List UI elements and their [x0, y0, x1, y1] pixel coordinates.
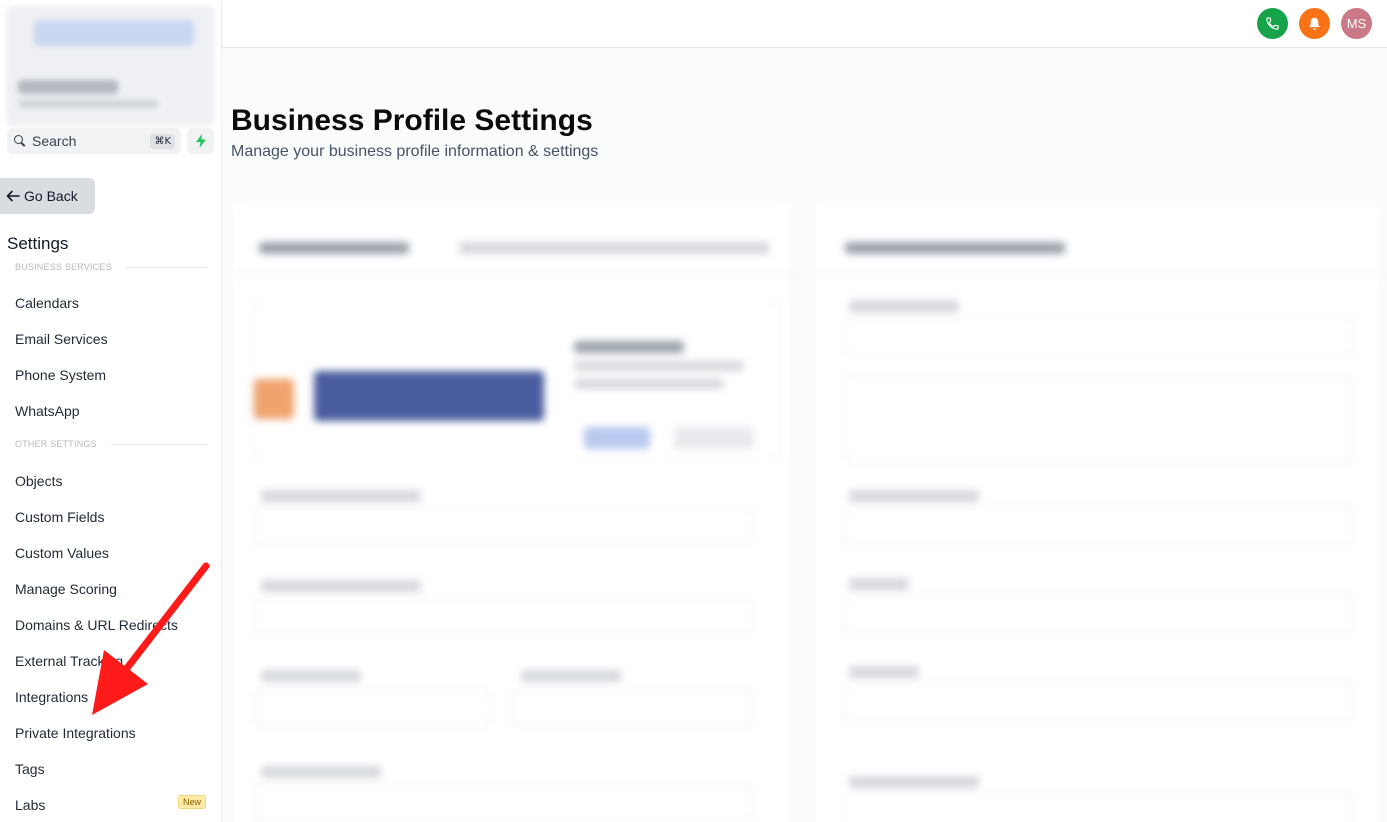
phone-icon: [1266, 17, 1279, 30]
sidebar-item-external-tracking[interactable]: External Tracking: [15, 653, 123, 669]
sidebar-item-custom-fields[interactable]: Custom Fields: [15, 509, 104, 525]
business-address-card: [812, 199, 1383, 822]
search-bar[interactable]: Search ⌘K: [7, 128, 181, 154]
section-header-label: BUSINESS SERVICES: [15, 262, 112, 272]
company-logo: [6, 6, 214, 126]
sidebar-item-tags[interactable]: Tags: [15, 761, 45, 777]
sidebar: Search ⌘K Go Back Settings BUSINESS SERV…: [0, 0, 222, 822]
arrow-left-icon: [6, 190, 20, 202]
blurred-settings-content: [222, 187, 1387, 822]
section-header-business-services: BUSINESS SERVICES: [15, 262, 207, 272]
phone-button[interactable]: [1257, 8, 1288, 39]
sidebar-item-calendars[interactable]: Calendars: [15, 295, 79, 311]
section-header-label: OTHER SETTINGS: [15, 439, 97, 449]
sidebar-item-domains-url-redirects[interactable]: Domains & URL Redirects: [15, 617, 178, 633]
top-header: MS: [222, 0, 1387, 48]
new-badge: New: [178, 795, 207, 809]
go-back-button[interactable]: Go Back: [0, 178, 95, 214]
sidebar-item-objects[interactable]: Objects: [15, 473, 62, 489]
search-icon: [13, 134, 27, 148]
section-header-other-settings: OTHER SETTINGS: [15, 439, 207, 449]
sidebar-item-whatsapp[interactable]: WhatsApp: [15, 403, 80, 419]
sidebar-item-email-services[interactable]: Email Services: [15, 331, 108, 347]
lightning-icon: [195, 134, 206, 148]
sidebar-item-manage-scoring[interactable]: Manage Scoring: [15, 581, 117, 597]
search-label: Search: [32, 133, 77, 149]
page-title: Business Profile Settings: [231, 104, 593, 137]
business-info-card: [230, 199, 793, 822]
sidebar-item-labs[interactable]: Labs: [15, 797, 45, 813]
quick-action-button[interactable]: [187, 128, 214, 154]
sidebar-item-private-integrations[interactable]: Private Integrations: [15, 725, 136, 741]
sidebar-item-phone-system[interactable]: Phone System: [15, 367, 106, 383]
search-shortcut: ⌘K: [150, 133, 175, 149]
sidebar-item-integrations[interactable]: Integrations: [15, 689, 88, 705]
main-content: Business Profile Settings Manage your bu…: [222, 49, 1387, 822]
user-avatar[interactable]: MS: [1341, 8, 1372, 39]
bell-icon: [1309, 17, 1320, 30]
page-subtitle: Manage your business profile information…: [231, 143, 599, 160]
go-back-label: Go Back: [24, 188, 78, 204]
sidebar-item-custom-values[interactable]: Custom Values: [15, 545, 109, 561]
settings-heading: Settings: [7, 234, 69, 253]
notifications-button[interactable]: [1299, 8, 1330, 39]
